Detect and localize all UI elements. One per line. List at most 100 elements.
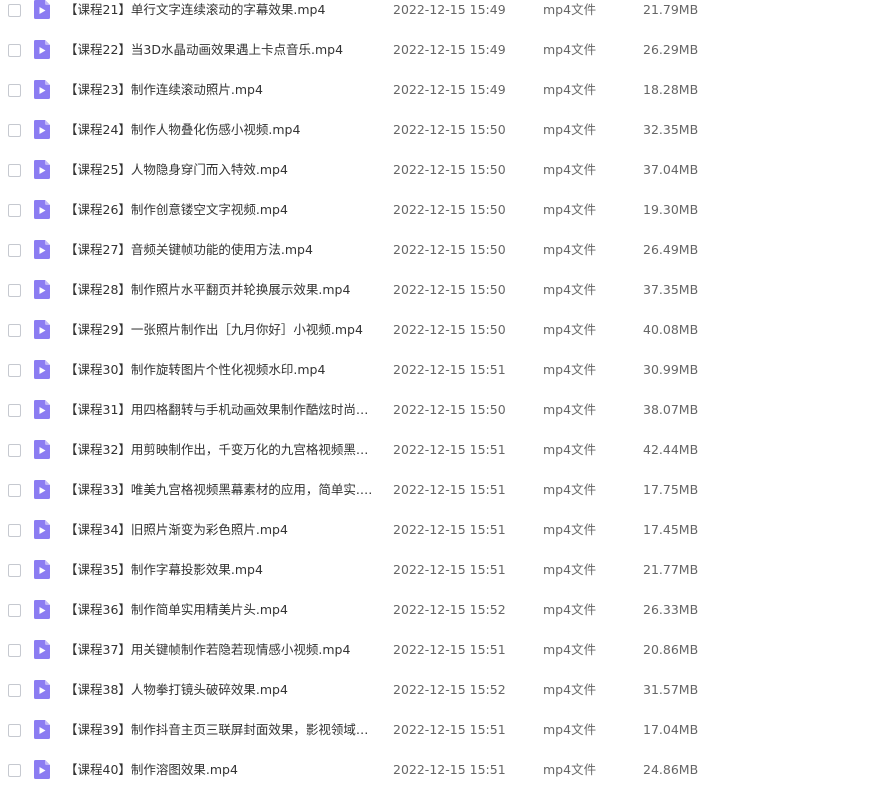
- file-date: 2022-12-15 15:51: [393, 442, 506, 457]
- file-name[interactable]: 【课程31】用四格翻转与手机动画效果制作酷炫时尚视频...: [65, 390, 377, 430]
- file-row[interactable]: 【课程32】用剪映制作出，千变万化的九宫格视频黑幕素... 2022-12-15…: [0, 430, 869, 470]
- file-list: 【课程21】单行文字连续滚动的字幕效果.mp4 2022-12-15 15:49…: [0, 0, 869, 790]
- file-size: 31.57MB: [643, 682, 699, 697]
- row-checkbox[interactable]: [8, 724, 21, 737]
- video-file-icon: [34, 600, 50, 619]
- file-date: 2022-12-15 15:51: [393, 562, 506, 577]
- file-name[interactable]: 【课程37】用关键帧制作若隐若现情感小视频.mp4: [65, 630, 377, 670]
- video-file-icon: [34, 360, 50, 379]
- file-name[interactable]: 【课程22】当3D水晶动画效果遇上卡点音乐.mp4: [65, 30, 377, 70]
- row-checkbox[interactable]: [8, 4, 21, 17]
- file-row[interactable]: 【课程21】单行文字连续滚动的字幕效果.mp4 2022-12-15 15:49…: [0, 0, 869, 30]
- file-row[interactable]: 【课程33】唯美九宫格视频黑幕素材的应用，简单实.mp4 2022-12-15 …: [0, 470, 869, 510]
- file-size: 37.35MB: [643, 282, 699, 297]
- file-size: 17.75MB: [643, 482, 699, 497]
- file-size: 17.04MB: [643, 722, 699, 737]
- file-date: 2022-12-15 15:50: [393, 282, 506, 297]
- file-type: mp4文件: [543, 642, 597, 657]
- video-file-icon: [34, 640, 50, 659]
- row-checkbox[interactable]: [8, 404, 21, 417]
- file-row[interactable]: 【课程31】用四格翻转与手机动画效果制作酷炫时尚视频... 2022-12-15…: [0, 390, 869, 430]
- file-name[interactable]: 【课程33】唯美九宫格视频黑幕素材的应用，简单实.mp4: [65, 470, 377, 510]
- file-date: 2022-12-15 15:51: [393, 722, 506, 737]
- file-name[interactable]: 【课程27】音频关键帧功能的使用方法.mp4: [65, 230, 377, 270]
- file-row[interactable]: 【课程22】当3D水晶动画效果遇上卡点音乐.mp4 2022-12-15 15:…: [0, 30, 869, 70]
- file-size: 21.77MB: [643, 562, 699, 577]
- file-name[interactable]: 【课程24】制作人物叠化伤感小视频.mp4: [65, 110, 377, 150]
- file-name[interactable]: 【课程25】人物隐身穿门而入特效.mp4: [65, 150, 377, 190]
- row-checkbox[interactable]: [8, 364, 21, 377]
- row-checkbox[interactable]: [8, 444, 21, 457]
- file-row[interactable]: 【课程39】制作抖音主页三联屏封面效果，影视领域作者... 2022-12-15…: [0, 710, 869, 750]
- file-name[interactable]: 【课程28】制作照片水平翻页并轮换展示效果.mp4: [65, 270, 377, 310]
- row-checkbox[interactable]: [8, 124, 21, 137]
- file-type: mp4文件: [543, 282, 597, 297]
- file-name[interactable]: 【课程23】制作连续滚动照片.mp4: [65, 70, 377, 110]
- file-size: 37.04MB: [643, 162, 699, 177]
- file-row[interactable]: 【课程34】旧照片渐变为彩色照片.mp4 2022-12-15 15:51 mp…: [0, 510, 869, 550]
- file-size: 20.86MB: [643, 642, 699, 657]
- file-size: 32.35MB: [643, 122, 699, 137]
- file-type: mp4文件: [543, 522, 597, 537]
- file-date: 2022-12-15 15:51: [393, 362, 506, 377]
- file-name[interactable]: 【课程26】制作创意镂空文字视频.mp4: [65, 190, 377, 230]
- row-checkbox[interactable]: [8, 684, 21, 697]
- file-row[interactable]: 【课程37】用关键帧制作若隐若现情感小视频.mp4 2022-12-15 15:…: [0, 630, 869, 670]
- file-date: 2022-12-15 15:50: [393, 162, 506, 177]
- file-name[interactable]: 【课程38】人物拳打镜头破碎效果.mp4: [65, 670, 377, 710]
- row-checkbox[interactable]: [8, 484, 21, 497]
- file-name[interactable]: 【课程36】制作简单实用精美片头.mp4: [65, 590, 377, 630]
- file-row[interactable]: 【课程24】制作人物叠化伤感小视频.mp4 2022-12-15 15:50 m…: [0, 110, 869, 150]
- row-checkbox[interactable]: [8, 84, 21, 97]
- video-file-icon: [34, 160, 50, 179]
- file-row[interactable]: 【课程29】一张照片制作出［九月你好］小视频.mp4 2022-12-15 15…: [0, 310, 869, 350]
- row-checkbox[interactable]: [8, 564, 21, 577]
- file-name[interactable]: 【课程32】用剪映制作出，千变万化的九宫格视频黑幕素...: [65, 430, 377, 470]
- video-file-icon: [34, 760, 50, 779]
- row-checkbox[interactable]: [8, 604, 21, 617]
- file-name[interactable]: 【课程39】制作抖音主页三联屏封面效果，影视领域作者...: [65, 710, 377, 750]
- file-row[interactable]: 【课程25】人物隐身穿门而入特效.mp4 2022-12-15 15:50 mp…: [0, 150, 869, 190]
- file-row[interactable]: 【课程38】人物拳打镜头破碎效果.mp4 2022-12-15 15:52 mp…: [0, 670, 869, 710]
- row-checkbox[interactable]: [8, 524, 21, 537]
- file-type: mp4文件: [543, 562, 597, 577]
- file-type: mp4文件: [543, 762, 597, 777]
- file-type: mp4文件: [543, 322, 597, 337]
- file-type: mp4文件: [543, 362, 597, 377]
- row-checkbox[interactable]: [8, 204, 21, 217]
- file-row[interactable]: 【课程30】制作旋转图片个性化视频水印.mp4 2022-12-15 15:51…: [0, 350, 869, 390]
- row-checkbox[interactable]: [8, 284, 21, 297]
- file-type: mp4文件: [543, 722, 597, 737]
- file-row[interactable]: 【课程35】制作字幕投影效果.mp4 2022-12-15 15:51 mp4文…: [0, 550, 869, 590]
- file-row[interactable]: 【课程26】制作创意镂空文字视频.mp4 2022-12-15 15:50 mp…: [0, 190, 869, 230]
- file-row[interactable]: 【课程23】制作连续滚动照片.mp4 2022-12-15 15:49 mp4文…: [0, 70, 869, 110]
- file-date: 2022-12-15 15:49: [393, 42, 506, 57]
- file-name[interactable]: 【课程21】单行文字连续滚动的字幕效果.mp4: [65, 0, 377, 30]
- file-row[interactable]: 【课程40】制作溶图效果.mp4 2022-12-15 15:51 mp4文件 …: [0, 750, 869, 790]
- file-name[interactable]: 【课程29】一张照片制作出［九月你好］小视频.mp4: [65, 310, 377, 350]
- video-file-icon: [34, 120, 50, 139]
- file-name[interactable]: 【课程34】旧照片渐变为彩色照片.mp4: [65, 510, 377, 550]
- row-checkbox[interactable]: [8, 164, 21, 177]
- video-file-icon: [34, 560, 50, 579]
- file-type: mp4文件: [543, 2, 597, 17]
- row-checkbox[interactable]: [8, 44, 21, 57]
- file-row[interactable]: 【课程36】制作简单实用精美片头.mp4 2022-12-15 15:52 mp…: [0, 590, 869, 630]
- file-date: 2022-12-15 15:49: [393, 2, 506, 17]
- video-file-icon: [34, 720, 50, 739]
- file-name[interactable]: 【课程40】制作溶图效果.mp4: [65, 750, 377, 790]
- file-row[interactable]: 【课程28】制作照片水平翻页并轮换展示效果.mp4 2022-12-15 15:…: [0, 270, 869, 310]
- row-checkbox[interactable]: [8, 644, 21, 657]
- file-name[interactable]: 【课程35】制作字幕投影效果.mp4: [65, 550, 377, 590]
- video-file-icon: [34, 200, 50, 219]
- file-type: mp4文件: [543, 202, 597, 217]
- row-checkbox[interactable]: [8, 244, 21, 257]
- file-row[interactable]: 【课程27】音频关键帧功能的使用方法.mp4 2022-12-15 15:50 …: [0, 230, 869, 270]
- file-name[interactable]: 【课程30】制作旋转图片个性化视频水印.mp4: [65, 350, 377, 390]
- file-date: 2022-12-15 15:50: [393, 202, 506, 217]
- row-checkbox[interactable]: [8, 764, 21, 777]
- row-checkbox[interactable]: [8, 324, 21, 337]
- file-size: 18.28MB: [643, 82, 699, 97]
- file-date: 2022-12-15 15:51: [393, 762, 506, 777]
- video-file-icon: [34, 80, 50, 99]
